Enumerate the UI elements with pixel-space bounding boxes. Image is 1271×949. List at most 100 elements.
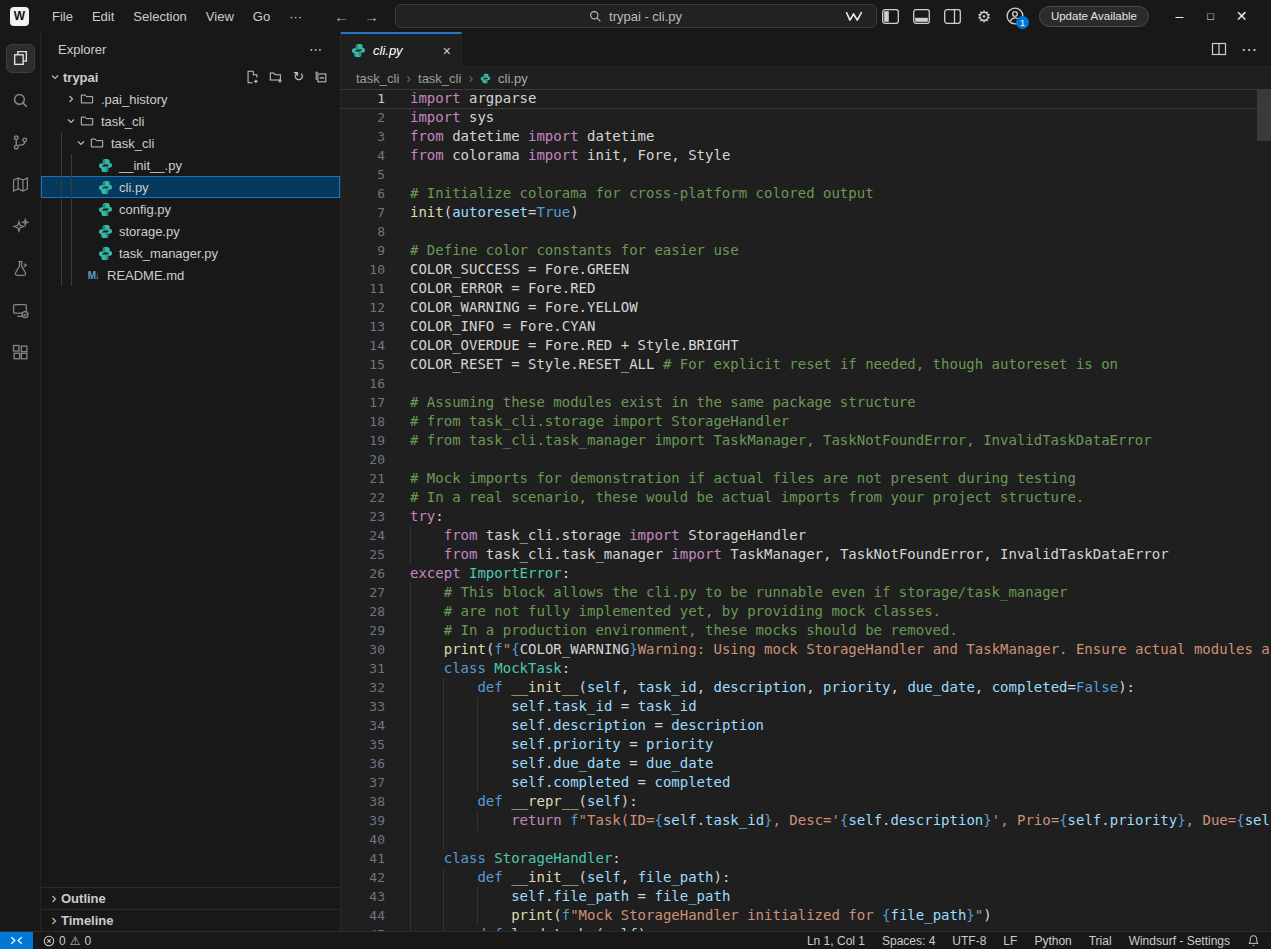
code-line[interactable]: 35 self.priority = priority — [341, 735, 1271, 754]
timeline-section[interactable]: Timeline — [41, 909, 340, 931]
explorer-more-actions-icon[interactable]: ⋯ — [309, 42, 323, 57]
update-available-button[interactable]: Update Available — [1039, 6, 1149, 27]
code-line[interactable]: 29 # In a production environment, these … — [341, 621, 1271, 640]
toggle-sidebar-icon[interactable] — [882, 7, 900, 25]
code-line[interactable]: 4from colorama import init, Fore, Style — [341, 146, 1271, 165]
tree-item-storage-py[interactable]: storage.py — [41, 220, 340, 242]
tree-root-trypai[interactable]: trypai ↻ — [41, 66, 340, 88]
tree-item--init-py[interactable]: __init__.py — [41, 154, 340, 176]
notifications-bell-icon[interactable] — [1247, 934, 1260, 947]
tree-item-task-cli[interactable]: task_cli — [41, 132, 340, 154]
outline-section[interactable]: Outline — [41, 887, 340, 909]
code-line[interactable]: 25 from task_cli.task_manager import Tas… — [341, 545, 1271, 564]
tree-item-readme-md[interactable]: M↓README.md — [41, 264, 340, 286]
status-windsurf-settings[interactable]: Windsurf - Settings — [1129, 934, 1230, 948]
collapse-folders-icon[interactable] — [314, 70, 328, 84]
code-line[interactable]: 16 — [341, 374, 1271, 393]
breadcrumb-task-cli-2[interactable]: task_cli — [418, 71, 461, 86]
menu-more[interactable]: ··· — [281, 6, 310, 27]
nav-back-icon[interactable]: ← — [334, 8, 349, 25]
problems-status[interactable]: 0 ⚠ 0 — [43, 934, 91, 948]
window-close-button[interactable]: ✕ — [1226, 0, 1257, 32]
code-line[interactable]: 38 def __repr__(self): — [341, 792, 1271, 811]
code-line[interactable]: 32 def __init__(self, task_id, descripti… — [341, 678, 1271, 697]
status-cursor-position[interactable]: Ln 1, Col 1 — [807, 934, 865, 948]
menu-file[interactable]: File — [44, 6, 81, 27]
toggle-panel-icon[interactable] — [913, 7, 931, 25]
code-line[interactable]: 42 def __init__(self, file_path): — [341, 868, 1271, 887]
code-line[interactable]: 30 print(f"{COLOR_WARNING}Warning: Using… — [341, 640, 1271, 659]
code-line[interactable]: 13COLOR_INFO = Fore.CYAN — [341, 317, 1271, 336]
status-encoding[interactable]: UTF-8 — [952, 934, 986, 948]
code-line[interactable]: 34 self.description = description — [341, 716, 1271, 735]
code-line[interactable]: 21# Mock imports for demonstration if ac… — [341, 469, 1271, 488]
code-editor[interactable]: 1import argparse2import sys3from datetim… — [341, 89, 1271, 931]
tree-item-task-cli[interactable]: task_cli — [41, 110, 340, 132]
code-line[interactable]: 27 # This block allows the cli.py to be … — [341, 583, 1271, 602]
nav-forward-icon[interactable]: → — [364, 8, 379, 25]
code-line[interactable]: 14COLOR_OVERDUE = Fore.RED + Style.BRIGH… — [341, 336, 1271, 355]
code-line[interactable]: 5 — [341, 165, 1271, 184]
tab-cli-py[interactable]: cli.py × — [341, 32, 462, 67]
tree-item-task-manager-py[interactable]: task_manager.py — [41, 242, 340, 264]
code-line[interactable]: 36 self.due_date = due_date — [341, 754, 1271, 773]
toggle-secondary-sidebar-icon[interactable] — [944, 7, 962, 25]
status-trial-status[interactable]: Trial — [1089, 934, 1112, 948]
code-line[interactable]: 39 return f"Task(ID={self.task_id}, Desc… — [341, 811, 1271, 830]
code-line[interactable]: 1import argparse — [341, 89, 1271, 108]
code-line[interactable]: 24 from task_cli.storage import StorageH… — [341, 526, 1271, 545]
code-line[interactable]: 19# from task_cli.task_manager import Ta… — [341, 431, 1271, 450]
tab-close-icon[interactable]: × — [443, 43, 451, 59]
tree-item--pai-history[interactable]: .pai_history — [41, 88, 340, 110]
code-line[interactable]: 7init(autoreset=True) — [341, 203, 1271, 222]
account-icon[interactable]: 1 — [1006, 7, 1024, 25]
windsurf-logo-icon[interactable]: W — [10, 7, 29, 26]
code-line[interactable]: 43 self.file_path = file_path — [341, 887, 1271, 906]
code-line[interactable]: 8 — [341, 222, 1271, 241]
settings-gear-icon[interactable]: ⚙ — [975, 7, 993, 25]
breadcrumb-task-cli-1[interactable]: task_cli — [356, 71, 399, 86]
status-eol[interactable]: LF — [1003, 934, 1017, 948]
activity-search-icon[interactable] — [0, 79, 40, 121]
code-line[interactable]: 15COLOR_RESET = Style.RESET_ALL # For ex… — [341, 355, 1271, 374]
window-maximize-button[interactable]: □ — [1195, 0, 1226, 32]
menu-selection[interactable]: Selection — [125, 6, 194, 27]
code-line[interactable]: 3from datetime import datetime — [341, 127, 1271, 146]
command-center-search[interactable]: trypai - cli.py — [395, 4, 877, 28]
refresh-icon[interactable]: ↻ — [293, 70, 304, 84]
code-line[interactable]: 33 self.task_id = task_id — [341, 697, 1271, 716]
menu-view[interactable]: View — [198, 6, 242, 27]
menu-go[interactable]: Go — [245, 6, 278, 27]
tree-item-config-py[interactable]: config.py — [41, 198, 340, 220]
tree-item-cli-py[interactable]: cli.py — [41, 176, 340, 198]
activity-explorer-icon[interactable] — [0, 37, 40, 79]
activity-source-control-icon[interactable] — [0, 121, 40, 163]
code-line[interactable]: 9# Define color constants for easier use — [341, 241, 1271, 260]
activity-remote-devices-icon[interactable] — [0, 289, 40, 331]
new-file-icon[interactable] — [245, 70, 259, 84]
code-line[interactable]: 11COLOR_ERROR = Fore.RED — [341, 279, 1271, 298]
new-folder-icon[interactable] — [269, 70, 283, 84]
code-line[interactable]: 23try: — [341, 507, 1271, 526]
code-line[interactable]: 10COLOR_SUCCESS = Fore.GREEN — [341, 260, 1271, 279]
activity-map-icon[interactable] — [0, 163, 40, 205]
breadcrumb-cli-py[interactable]: cli.py — [498, 71, 528, 86]
activity-run-flask-icon[interactable] — [0, 247, 40, 289]
code-line[interactable]: 2import sys — [341, 108, 1271, 127]
code-line[interactable]: 20 — [341, 450, 1271, 469]
scrollbar-thumb[interactable] — [1257, 89, 1271, 141]
activity-extensions-icon[interactable] — [0, 331, 40, 373]
remote-indicator[interactable] — [0, 932, 33, 949]
code-line[interactable]: 18# from task_cli.storage import Storage… — [341, 412, 1271, 431]
menu-edit[interactable]: Edit — [84, 6, 122, 27]
split-editor-icon[interactable] — [1211, 41, 1227, 57]
code-line[interactable]: 44 print(f"Mock StorageHandler initializ… — [341, 906, 1271, 925]
code-line[interactable]: 28 # are not fully implemented yet, by p… — [341, 602, 1271, 621]
code-line[interactable]: 37 self.completed = completed — [341, 773, 1271, 792]
code-line[interactable]: 41 class StorageHandler: — [341, 849, 1271, 868]
code-line[interactable]: 12COLOR_WARNING = Fore.YELLOW — [341, 298, 1271, 317]
window-minimize-button[interactable]: – — [1164, 0, 1195, 32]
status-indentation[interactable]: Spaces: 4 — [882, 934, 935, 948]
code-line[interactable]: 17# Assuming these modules exist in the … — [341, 393, 1271, 412]
status-language-mode[interactable]: Python — [1034, 934, 1071, 948]
